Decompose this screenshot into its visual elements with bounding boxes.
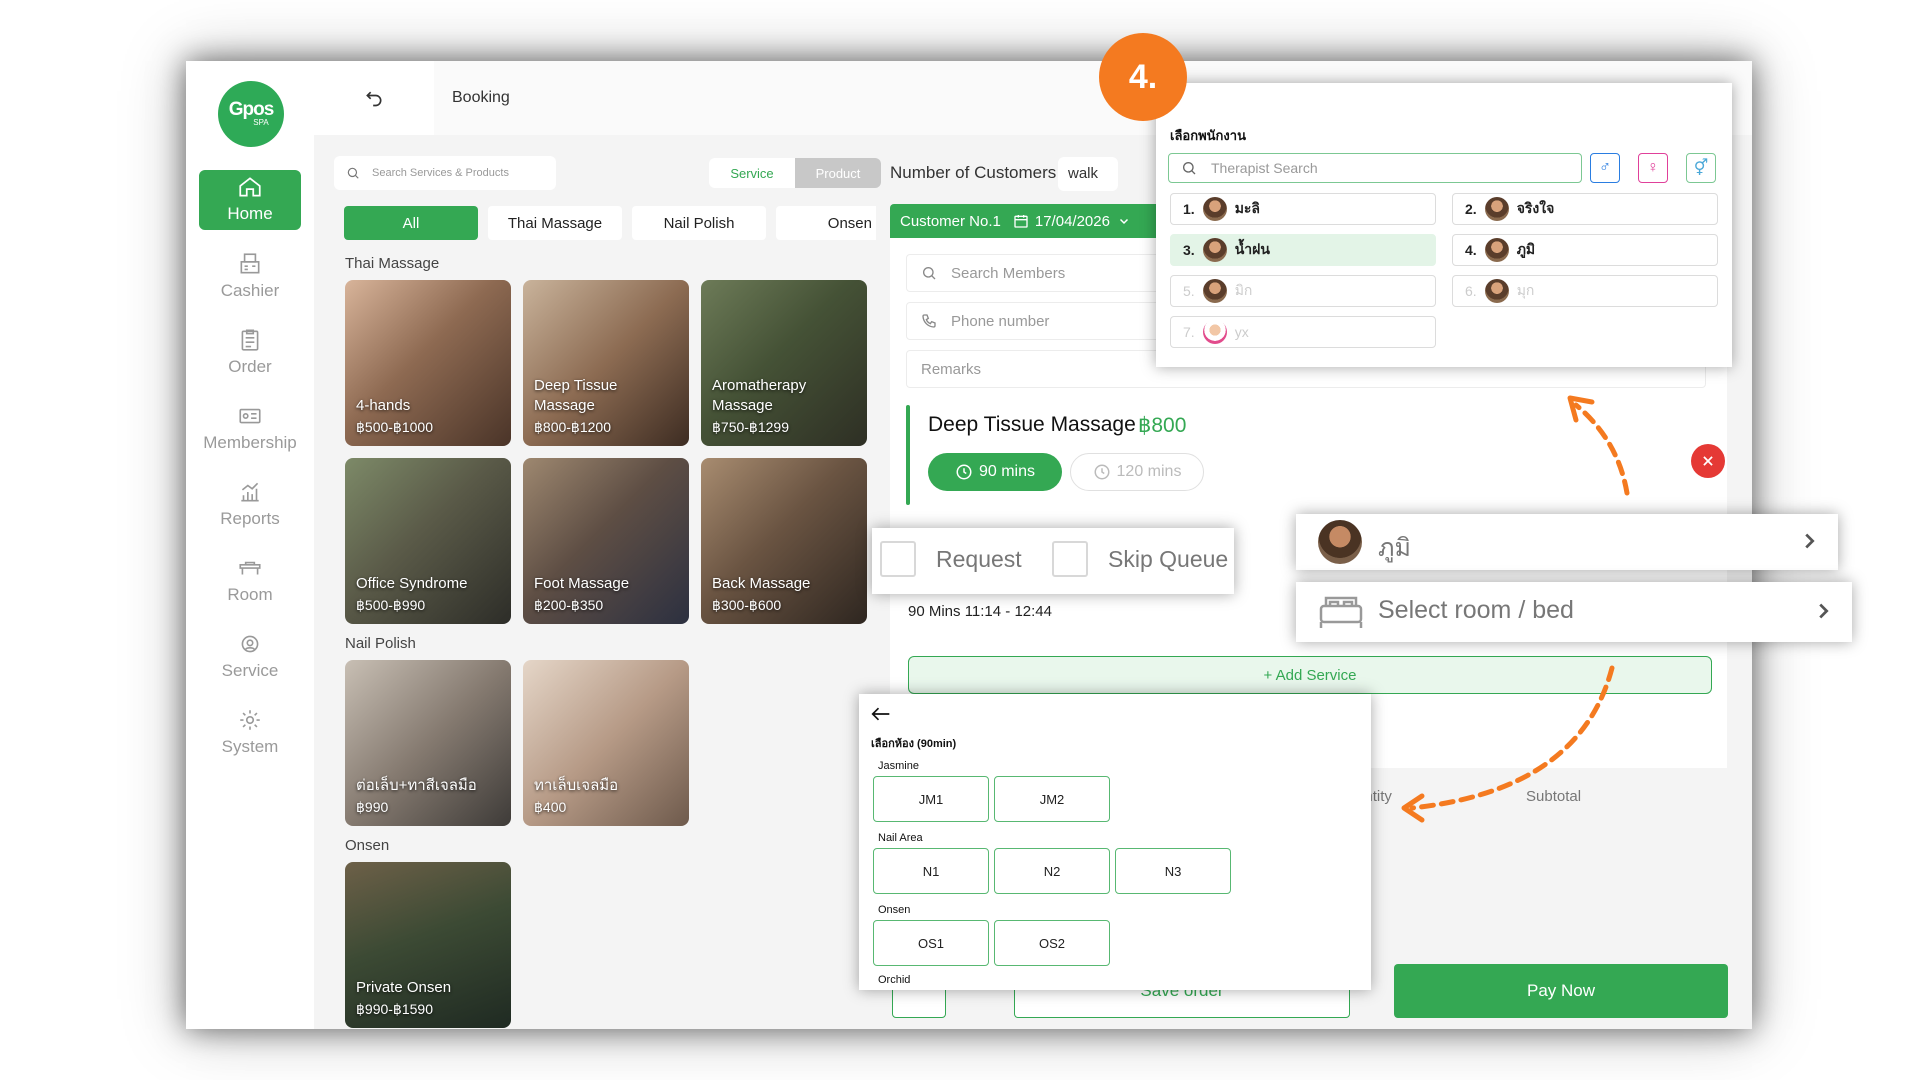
arrow-to-room-popup <box>1409 665 1615 811</box>
arrow-to-therapist-popup <box>1573 402 1630 496</box>
annotation-arrows <box>1401 395 1630 823</box>
